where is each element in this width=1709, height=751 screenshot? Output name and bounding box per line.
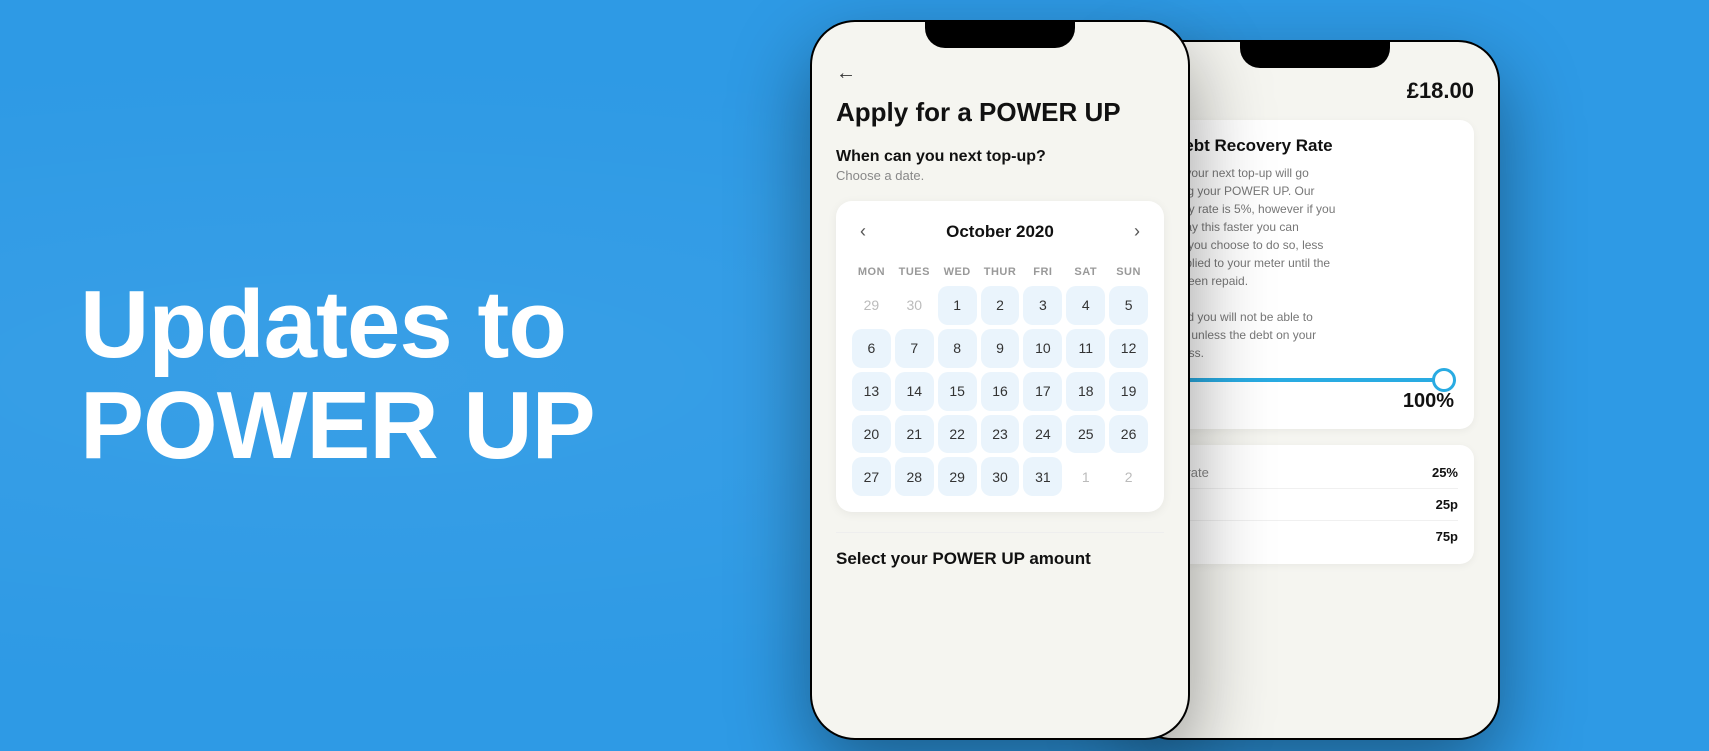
calendar-prev[interactable]: ‹ [852,217,874,246]
info-row-1: ry rate 25% [1172,457,1458,489]
calendar-next[interactable]: › [1126,217,1148,246]
calendar-grid: MON TUES WED THUR FRI SAT SUN 29 30 1 2 [852,262,1148,496]
phone-1-title: Apply for a POWER UP [836,97,1164,128]
cal-cell[interactable]: 28 [895,457,934,496]
cal-cell[interactable]: 9 [981,329,1020,368]
cal-cell[interactable]: 22 [938,415,977,454]
cal-cell[interactable]: 29 [938,457,977,496]
info-value-3: 75p [1436,529,1458,544]
cal-cell[interactable]: 27 [852,457,891,496]
left-content: Updates to POWER UP [0,215,800,537]
calendar-month: October 2020 [946,222,1054,242]
back-arrow-icon[interactable]: ← [836,62,1164,85]
bottom-section: Select your POWER UP amount [836,532,1164,569]
cal-cell[interactable]: 4 [1066,286,1105,325]
cal-cell[interactable]: 2 [981,286,1020,325]
slider-thumb[interactable] [1432,368,1456,392]
dow-thur: THUR [981,262,1020,282]
headline-line1: Updates to [80,271,566,378]
dow-tues: TUES [895,262,934,282]
cal-cell: 1 [1066,457,1105,496]
headline-line2: POWER UP [80,372,595,479]
cal-cell[interactable]: 30 [981,457,1020,496]
cal-cell[interactable]: 3 [1023,286,1062,325]
cal-cell[interactable]: 25 [1066,415,1105,454]
info-row-2: 25p [1172,489,1458,521]
dow-sun: SUN [1109,262,1148,282]
info-row-3: 75p [1172,521,1458,552]
info-value-2: 25p [1436,497,1458,512]
phone-1-notch [925,20,1075,48]
main-container: Updates to POWER UP ← Apply for a POWER … [0,0,1709,751]
cal-cell[interactable]: 20 [852,415,891,454]
dow-fri: FRI [1023,262,1062,282]
cal-cell[interactable]: 19 [1109,372,1148,411]
info-value-1: 25% [1432,465,1458,480]
calendar-question: When can you next top-up? [836,148,1164,166]
dow-sat: SAT [1066,262,1105,282]
power-up-amount-title: Select your POWER UP amount [836,549,1164,569]
debt-section: Debt Recovery Rate of your next top-up w… [1156,120,1474,429]
calendar: ‹ October 2020 › MON TUES WED THUR FRI S… [836,201,1164,512]
cal-cell[interactable]: 31 [1023,457,1062,496]
phone-1: ← Apply for a POWER UP When can you next… [810,20,1190,740]
slider-track [1176,378,1454,382]
phone-1-content: ← Apply for a POWER UP When can you next… [812,22,1188,738]
cal-cell[interactable]: 16 [981,372,1020,411]
cal-cell: 30 [895,286,934,325]
cal-cell[interactable]: 23 [981,415,1020,454]
cal-cell[interactable]: 11 [1066,329,1105,368]
dow-mon: MON [852,262,891,282]
cal-cell[interactable]: 15 [938,372,977,411]
cal-cell[interactable]: 8 [938,329,977,368]
cal-cell[interactable]: 6 [852,329,891,368]
slider-percent: 100% [1176,390,1454,413]
slider-container[interactable]: 100% [1172,378,1458,413]
cal-cell[interactable]: 13 [852,372,891,411]
phones-container: ← Apply for a POWER UP When can you next… [800,0,1709,751]
calendar-subtext: Choose a date. [836,168,1164,183]
cal-cell[interactable]: 7 [895,329,934,368]
cal-cell[interactable]: 5 [1109,286,1148,325]
cal-cell[interactable]: 12 [1109,329,1148,368]
cal-cell[interactable]: 1 [938,286,977,325]
cal-cell[interactable]: 18 [1066,372,1105,411]
slider-fill [1176,378,1454,382]
debt-body: of your next top-up will go ving your PO… [1172,164,1458,362]
phone-2-notch [1240,40,1390,68]
cal-cell[interactable]: 14 [895,372,934,411]
calendar-header: ‹ October 2020 › [852,217,1148,246]
cal-cell: 2 [1109,457,1148,496]
headline: Updates to POWER UP [80,275,720,477]
cal-cell[interactable]: 26 [1109,415,1148,454]
cal-cell[interactable]: 10 [1023,329,1062,368]
cal-cell[interactable]: 17 [1023,372,1062,411]
info-rows: ry rate 25% 25p 75p [1156,445,1474,564]
cal-cell[interactable]: 21 [895,415,934,454]
price-header: £18.00 [1156,78,1474,104]
cal-cell: 29 [852,286,891,325]
dow-wed: WED [938,262,977,282]
phone-1-screen: ← Apply for a POWER UP When can you next… [812,22,1188,738]
debt-title: Debt Recovery Rate [1172,136,1458,156]
cal-cell[interactable]: 24 [1023,415,1062,454]
